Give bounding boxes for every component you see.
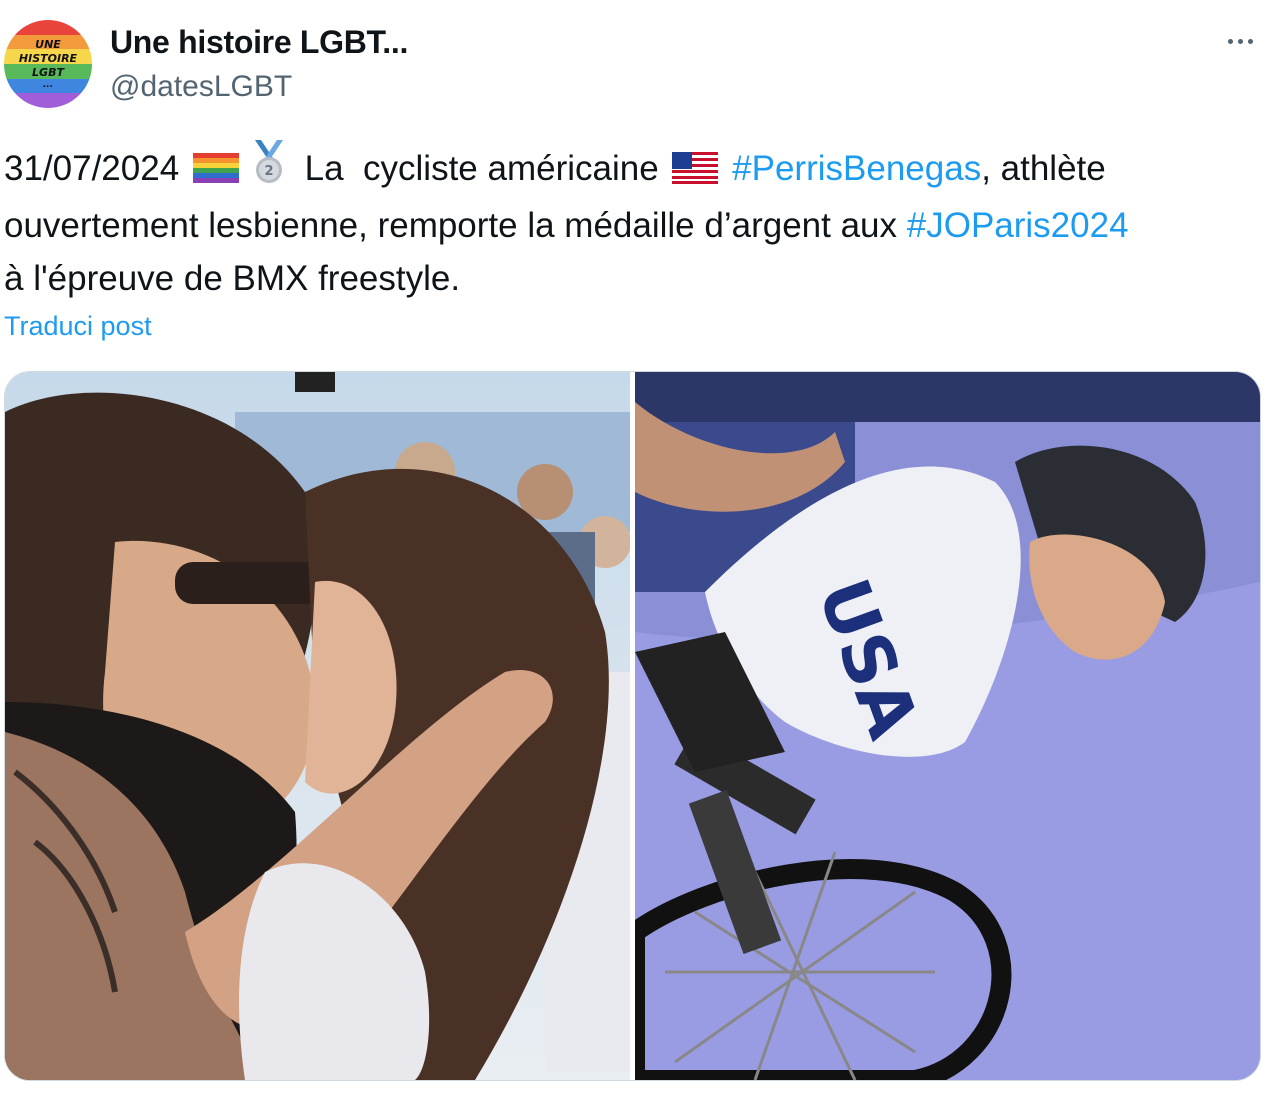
us-flag-icon (672, 146, 719, 199)
tweet-text-d: à l'épreuve de BMX freestyle. (4, 259, 461, 298)
tweet-line-1: 31/07/2024 2 La cycliste américaine #Per… (4, 140, 1276, 199)
rainbow-flag-icon (192, 146, 239, 199)
avatar-logo-text: UNE HISTOIRE LGBT ... (18, 38, 78, 90)
media-grid: USA (4, 371, 1261, 1081)
hashtag-link-1[interactable]: #PerrisBenegas (732, 149, 981, 188)
more-horizontal-icon[interactable] (1220, 26, 1260, 56)
photo-right[interactable]: USA (635, 372, 1260, 1080)
translate-post-link[interactable]: Traduci post (4, 308, 152, 344)
tweet-date: 31/07/2024 (4, 149, 180, 188)
tweet-line-3: à l'épreuve de BMX freestyle. (4, 252, 1276, 305)
tweet-text: 31/07/2024 2 La cycliste américaine #Per… (4, 140, 1276, 305)
author-display-name[interactable]: Une histoire LGBT... (110, 22, 408, 62)
tweet-line-2: ouvertement lesbienne, remporte la médai… (4, 199, 1276, 252)
svg-text:2: 2 (264, 164, 273, 179)
tweet-text-b: , athlète (981, 149, 1106, 188)
author-handle[interactable]: @datesLGBT (110, 68, 292, 106)
avatar[interactable]: UNE HISTOIRE LGBT ... (4, 20, 92, 108)
hashtag-link-2[interactable]: #JOParis2024 (907, 206, 1129, 245)
tweet-text-c: ouvertement lesbienne, remporte la médai… (4, 206, 898, 245)
photo-left[interactable] (5, 372, 630, 1080)
silver-medal-icon: 2 (247, 140, 291, 199)
tweet-text-a: La cycliste américaine (304, 149, 659, 188)
